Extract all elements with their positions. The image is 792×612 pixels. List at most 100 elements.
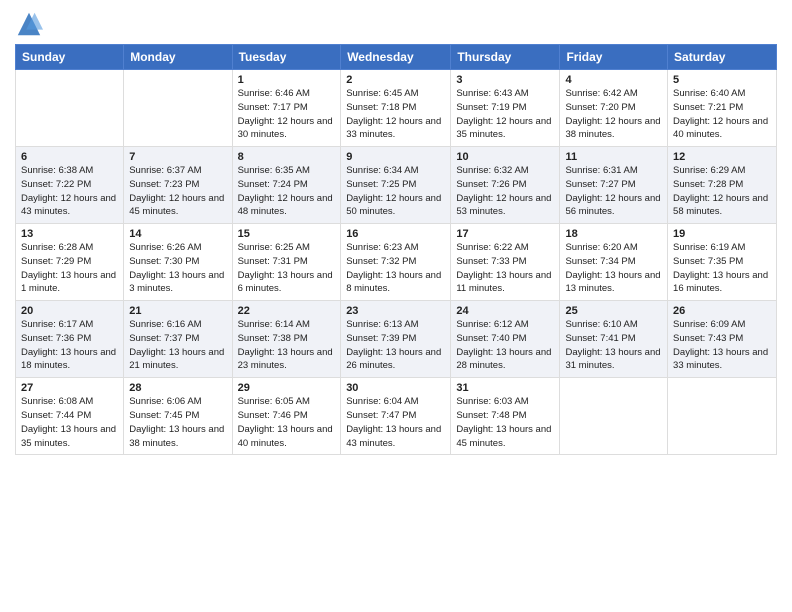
day-info: Sunrise: 6:35 AMSunset: 7:24 PMDaylight:… xyxy=(238,164,336,219)
calendar-cell: 10Sunrise: 6:32 AMSunset: 7:26 PMDayligh… xyxy=(451,147,560,224)
day-info: Sunrise: 6:12 AMSunset: 7:40 PMDaylight:… xyxy=(456,318,554,373)
day-number: 27 xyxy=(21,382,118,394)
calendar-cell: 18Sunrise: 6:20 AMSunset: 7:34 PMDayligh… xyxy=(560,224,668,301)
day-number: 30 xyxy=(346,382,445,394)
calendar-cell: 6Sunrise: 6:38 AMSunset: 7:22 PMDaylight… xyxy=(16,147,124,224)
day-info: Sunrise: 6:42 AMSunset: 7:20 PMDaylight:… xyxy=(565,87,662,142)
calendar-cell: 17Sunrise: 6:22 AMSunset: 7:33 PMDayligh… xyxy=(451,224,560,301)
calendar-table: SundayMondayTuesdayWednesdayThursdayFrid… xyxy=(15,44,777,455)
calendar-header-wednesday: Wednesday xyxy=(341,45,451,70)
day-info: Sunrise: 6:16 AMSunset: 7:37 PMDaylight:… xyxy=(129,318,226,373)
calendar-week-row: 20Sunrise: 6:17 AMSunset: 7:36 PMDayligh… xyxy=(16,301,777,378)
header xyxy=(15,10,777,38)
calendar-cell: 20Sunrise: 6:17 AMSunset: 7:36 PMDayligh… xyxy=(16,301,124,378)
calendar-cell: 8Sunrise: 6:35 AMSunset: 7:24 PMDaylight… xyxy=(232,147,341,224)
day-info: Sunrise: 6:46 AMSunset: 7:17 PMDaylight:… xyxy=(238,87,336,142)
calendar-header-saturday: Saturday xyxy=(668,45,777,70)
day-number: 14 xyxy=(129,228,226,240)
calendar-cell: 21Sunrise: 6:16 AMSunset: 7:37 PMDayligh… xyxy=(124,301,232,378)
day-number: 28 xyxy=(129,382,226,394)
day-number: 29 xyxy=(238,382,336,394)
day-number: 19 xyxy=(673,228,771,240)
day-number: 7 xyxy=(129,151,226,163)
calendar-cell xyxy=(560,378,668,455)
day-number: 16 xyxy=(346,228,445,240)
day-info: Sunrise: 6:32 AMSunset: 7:26 PMDaylight:… xyxy=(456,164,554,219)
day-info: Sunrise: 6:28 AMSunset: 7:29 PMDaylight:… xyxy=(21,241,118,296)
day-number: 20 xyxy=(21,305,118,317)
day-info: Sunrise: 6:40 AMSunset: 7:21 PMDaylight:… xyxy=(673,87,771,142)
day-number: 5 xyxy=(673,74,771,86)
day-info: Sunrise: 6:08 AMSunset: 7:44 PMDaylight:… xyxy=(21,395,118,450)
calendar-header-tuesday: Tuesday xyxy=(232,45,341,70)
day-info: Sunrise: 6:20 AMSunset: 7:34 PMDaylight:… xyxy=(565,241,662,296)
calendar-week-row: 27Sunrise: 6:08 AMSunset: 7:44 PMDayligh… xyxy=(16,378,777,455)
calendar-cell: 11Sunrise: 6:31 AMSunset: 7:27 PMDayligh… xyxy=(560,147,668,224)
day-number: 31 xyxy=(456,382,554,394)
calendar-header-friday: Friday xyxy=(560,45,668,70)
calendar-week-row: 6Sunrise: 6:38 AMSunset: 7:22 PMDaylight… xyxy=(16,147,777,224)
day-number: 9 xyxy=(346,151,445,163)
calendar-cell: 7Sunrise: 6:37 AMSunset: 7:23 PMDaylight… xyxy=(124,147,232,224)
day-info: Sunrise: 6:03 AMSunset: 7:48 PMDaylight:… xyxy=(456,395,554,450)
calendar-cell: 24Sunrise: 6:12 AMSunset: 7:40 PMDayligh… xyxy=(451,301,560,378)
day-number: 3 xyxy=(456,74,554,86)
calendar-header-row: SundayMondayTuesdayWednesdayThursdayFrid… xyxy=(16,45,777,70)
day-info: Sunrise: 6:43 AMSunset: 7:19 PMDaylight:… xyxy=(456,87,554,142)
day-number: 22 xyxy=(238,305,336,317)
day-info: Sunrise: 6:22 AMSunset: 7:33 PMDaylight:… xyxy=(456,241,554,296)
day-number: 2 xyxy=(346,74,445,86)
day-info: Sunrise: 6:31 AMSunset: 7:27 PMDaylight:… xyxy=(565,164,662,219)
page: SundayMondayTuesdayWednesdayThursdayFrid… xyxy=(0,0,792,465)
day-info: Sunrise: 6:29 AMSunset: 7:28 PMDaylight:… xyxy=(673,164,771,219)
calendar-header-sunday: Sunday xyxy=(16,45,124,70)
day-number: 24 xyxy=(456,305,554,317)
day-info: Sunrise: 6:23 AMSunset: 7:32 PMDaylight:… xyxy=(346,241,445,296)
calendar-cell: 26Sunrise: 6:09 AMSunset: 7:43 PMDayligh… xyxy=(668,301,777,378)
calendar-week-row: 13Sunrise: 6:28 AMSunset: 7:29 PMDayligh… xyxy=(16,224,777,301)
day-number: 21 xyxy=(129,305,226,317)
logo xyxy=(15,10,47,38)
logo-icon xyxy=(15,10,43,38)
calendar-cell xyxy=(16,70,124,147)
day-number: 18 xyxy=(565,228,662,240)
day-info: Sunrise: 6:34 AMSunset: 7:25 PMDaylight:… xyxy=(346,164,445,219)
calendar-cell: 23Sunrise: 6:13 AMSunset: 7:39 PMDayligh… xyxy=(341,301,451,378)
day-info: Sunrise: 6:17 AMSunset: 7:36 PMDaylight:… xyxy=(21,318,118,373)
calendar-cell: 3Sunrise: 6:43 AMSunset: 7:19 PMDaylight… xyxy=(451,70,560,147)
calendar-cell: 9Sunrise: 6:34 AMSunset: 7:25 PMDaylight… xyxy=(341,147,451,224)
day-number: 4 xyxy=(565,74,662,86)
calendar-cell: 22Sunrise: 6:14 AMSunset: 7:38 PMDayligh… xyxy=(232,301,341,378)
calendar-cell xyxy=(124,70,232,147)
calendar-cell: 28Sunrise: 6:06 AMSunset: 7:45 PMDayligh… xyxy=(124,378,232,455)
calendar-cell: 19Sunrise: 6:19 AMSunset: 7:35 PMDayligh… xyxy=(668,224,777,301)
day-info: Sunrise: 6:05 AMSunset: 7:46 PMDaylight:… xyxy=(238,395,336,450)
calendar-week-row: 1Sunrise: 6:46 AMSunset: 7:17 PMDaylight… xyxy=(16,70,777,147)
day-info: Sunrise: 6:26 AMSunset: 7:30 PMDaylight:… xyxy=(129,241,226,296)
day-number: 23 xyxy=(346,305,445,317)
day-info: Sunrise: 6:14 AMSunset: 7:38 PMDaylight:… xyxy=(238,318,336,373)
calendar-cell: 1Sunrise: 6:46 AMSunset: 7:17 PMDaylight… xyxy=(232,70,341,147)
day-number: 11 xyxy=(565,151,662,163)
day-info: Sunrise: 6:38 AMSunset: 7:22 PMDaylight:… xyxy=(21,164,118,219)
day-number: 10 xyxy=(456,151,554,163)
day-number: 15 xyxy=(238,228,336,240)
calendar-cell: 15Sunrise: 6:25 AMSunset: 7:31 PMDayligh… xyxy=(232,224,341,301)
day-info: Sunrise: 6:04 AMSunset: 7:47 PMDaylight:… xyxy=(346,395,445,450)
day-number: 6 xyxy=(21,151,118,163)
calendar-cell: 31Sunrise: 6:03 AMSunset: 7:48 PMDayligh… xyxy=(451,378,560,455)
calendar-cell: 16Sunrise: 6:23 AMSunset: 7:32 PMDayligh… xyxy=(341,224,451,301)
calendar-cell xyxy=(668,378,777,455)
calendar-cell: 27Sunrise: 6:08 AMSunset: 7:44 PMDayligh… xyxy=(16,378,124,455)
calendar-cell: 14Sunrise: 6:26 AMSunset: 7:30 PMDayligh… xyxy=(124,224,232,301)
day-info: Sunrise: 6:06 AMSunset: 7:45 PMDaylight:… xyxy=(129,395,226,450)
day-info: Sunrise: 6:37 AMSunset: 7:23 PMDaylight:… xyxy=(129,164,226,219)
day-number: 1 xyxy=(238,74,336,86)
calendar-header-monday: Monday xyxy=(124,45,232,70)
calendar-cell: 12Sunrise: 6:29 AMSunset: 7:28 PMDayligh… xyxy=(668,147,777,224)
day-info: Sunrise: 6:13 AMSunset: 7:39 PMDaylight:… xyxy=(346,318,445,373)
day-info: Sunrise: 6:10 AMSunset: 7:41 PMDaylight:… xyxy=(565,318,662,373)
calendar-cell: 5Sunrise: 6:40 AMSunset: 7:21 PMDaylight… xyxy=(668,70,777,147)
day-info: Sunrise: 6:19 AMSunset: 7:35 PMDaylight:… xyxy=(673,241,771,296)
day-number: 12 xyxy=(673,151,771,163)
